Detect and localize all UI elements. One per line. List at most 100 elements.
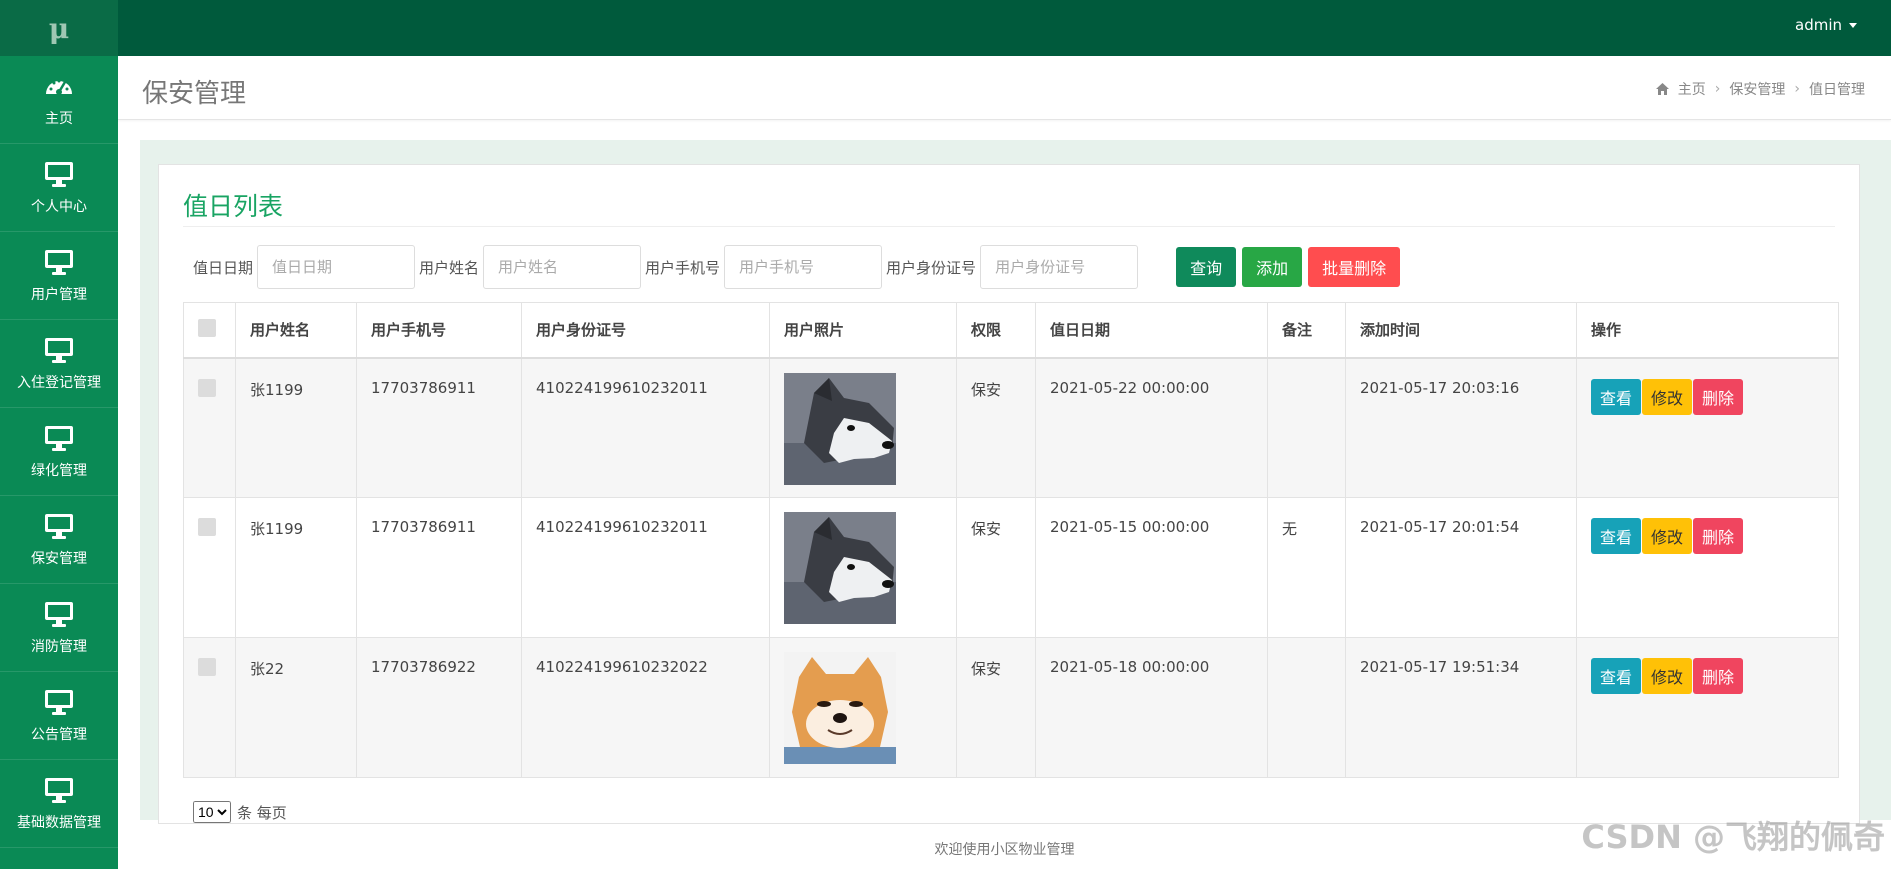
delete-button[interactable]: 删除	[1693, 378, 1744, 415]
monitor-icon	[45, 689, 73, 715]
table-row: 张22 17703786922 410224199610232022 保安 20…	[183, 637, 1839, 778]
monitor-icon	[45, 601, 73, 627]
divider	[183, 226, 1835, 227]
monitor-icon	[45, 425, 73, 451]
edit-button[interactable]: 修改	[1642, 518, 1693, 554]
user-name: admin	[1795, 16, 1842, 34]
cell-added-time: 2021-05-17 19:51:34	[1345, 637, 1577, 778]
monitor-icon	[45, 513, 73, 539]
user-menu[interactable]: admin	[1795, 16, 1857, 34]
user-phone-input[interactable]	[724, 245, 883, 289]
row-actions: 查看 修改 删除	[1591, 658, 1824, 694]
view-button[interactable]: 查看	[1591, 658, 1642, 694]
cell-role: 保安	[956, 637, 1036, 778]
column-header[interactable]: 值日日期	[1035, 302, 1268, 359]
chevron-right-icon: ›	[1714, 81, 1721, 97]
user-phone-label: 用户手机号	[645, 258, 721, 277]
view-button[interactable]: 查看	[1591, 518, 1642, 554]
breadcrumb-security[interactable]: 保安管理	[1729, 79, 1785, 99]
add-button[interactable]: 添加	[1242, 247, 1303, 287]
row-actions: 查看 修改 删除	[1591, 518, 1824, 554]
sidebar-item-fire[interactable]: 消防管理	[0, 584, 118, 672]
home-icon	[1655, 83, 1669, 95]
edit-button[interactable]: 修改	[1642, 378, 1693, 415]
monitor-icon	[45, 777, 73, 803]
sidebar-item-security[interactable]: 保安管理	[0, 496, 118, 584]
sidebar-item-label: 主页	[45, 110, 73, 127]
cell-phone: 17703786922	[356, 637, 522, 778]
husky-photo[interactable]	[784, 512, 896, 624]
duty-date-input[interactable]	[257, 245, 416, 289]
cell-added-time: 2021-05-17 20:01:54	[1345, 497, 1577, 638]
chevron-right-icon: ›	[1794, 81, 1800, 97]
duty-list-card: 值日列表 值日日期 用户姓名 用户手机号 用户身份证号 查询 添加 批量删除 用…	[158, 164, 1860, 824]
batch-delete-button[interactable]: 批量删除	[1308, 247, 1401, 287]
delete-button[interactable]: 删除	[1693, 518, 1744, 554]
column-header[interactable]: 备注	[1267, 302, 1346, 359]
user-name-input[interactable]	[483, 245, 642, 289]
sidebar-item-notice[interactable]: 公告管理	[0, 672, 118, 760]
pagination: 10 条 每页	[193, 801, 287, 823]
page-size-select[interactable]: 10	[193, 801, 231, 823]
page-header: 保安管理 主页 › 保安管理 › 值日管理	[118, 56, 1891, 120]
row-checkbox[interactable]	[198, 658, 216, 676]
sidebar: 主页 个人中心 用户管理 入住登记管理 绿化管理 保安管理 消防管理 公告管理 …	[0, 56, 118, 869]
column-header[interactable]: 权限	[956, 302, 1036, 359]
monitor-icon	[45, 249, 73, 275]
sidebar-item-label: 基础数据管理	[17, 814, 101, 831]
app-logo[interactable]: μ	[0, 0, 118, 56]
sidebar-item-checkin[interactable]: 入住登记管理	[0, 320, 118, 408]
column-header[interactable]: 用户姓名	[235, 302, 357, 359]
cell-name: 张1199	[235, 357, 357, 498]
query-button[interactable]: 查询	[1176, 247, 1237, 287]
sidebar-item-label: 用户管理	[31, 286, 87, 303]
column-header[interactable]: 用户手机号	[356, 302, 522, 359]
cell-name: 张22	[235, 637, 357, 778]
cell-duty-date: 2021-05-18 00:00:00	[1035, 637, 1268, 778]
duty-date-label: 值日日期	[193, 258, 254, 277]
monitor-icon	[45, 337, 73, 363]
sidebar-item-basedata[interactable]: 基础数据管理	[0, 760, 118, 848]
column-header: 操作	[1576, 302, 1839, 359]
row-actions: 查看 修改 删除	[1591, 378, 1824, 415]
row-checkbox[interactable]	[198, 378, 216, 397]
sidebar-item-label: 保安管理	[31, 550, 87, 567]
search-form: 值日日期 用户姓名 用户手机号 用户身份证号 查询 添加 批量删除	[193, 245, 1406, 289]
column-header[interactable]: 添加时间	[1345, 302, 1577, 359]
sidebar-item-users[interactable]: 用户管理	[0, 232, 118, 320]
delete-button[interactable]: 删除	[1693, 658, 1744, 694]
top-navbar: μ admin	[0, 0, 1891, 56]
monitor-icon	[45, 161, 73, 187]
sidebar-item-greening[interactable]: 绿化管理	[0, 408, 118, 496]
footer-text: 欢迎使用小区物业管理	[934, 841, 1075, 858]
duty-table: 用户姓名 用户手机号 用户身份证号 用户照片 权限 值日日期 备注 添加时间 操…	[183, 302, 1839, 778]
sidebar-item-profile[interactable]: 个人中心	[0, 144, 118, 232]
table-header-row: 用户姓名 用户手机号 用户身份证号 用户照片 权限 值日日期 备注 添加时间 操…	[183, 302, 1839, 359]
user-idcard-input[interactable]	[980, 245, 1139, 289]
edit-button[interactable]: 修改	[1642, 658, 1693, 694]
card-title: 值日列表	[183, 192, 284, 221]
sidebar-item-label: 绿化管理	[31, 462, 87, 479]
page-title: 保安管理	[142, 79, 247, 109]
cell-phone: 17703786911	[356, 357, 522, 498]
sidebar-item-home[interactable]: 主页	[0, 56, 118, 144]
user-idcard-label: 用户身份证号	[886, 258, 977, 277]
breadcrumb-home[interactable]: 主页	[1678, 79, 1706, 99]
select-all-checkbox[interactable]	[198, 318, 216, 337]
table-row: 张1199 17703786911 410224199610232011 保安	[183, 497, 1839, 638]
cell-name: 张1199	[235, 497, 357, 638]
column-header[interactable]: 用户照片	[769, 302, 957, 359]
cell-duty-date: 2021-05-22 00:00:00	[1035, 357, 1268, 498]
shiba-photo[interactable]	[784, 652, 896, 764]
column-header[interactable]: 用户身份证号	[521, 302, 770, 359]
cell-note: 无	[1267, 497, 1346, 638]
husky-photo[interactable]	[784, 372, 896, 485]
cell-idcard: 410224199610232022	[521, 637, 770, 778]
user-name-label: 用户姓名	[419, 258, 480, 277]
cell-added-time: 2021-05-17 20:03:16	[1345, 357, 1577, 498]
cell-duty-date: 2021-05-15 00:00:00	[1035, 497, 1268, 638]
row-checkbox[interactable]	[198, 518, 216, 536]
view-button[interactable]: 查看	[1591, 378, 1642, 415]
csdn-watermark: CSDN @飞翔的佩奇	[1581, 818, 1885, 856]
sidebar-item-label: 个人中心	[31, 198, 87, 215]
